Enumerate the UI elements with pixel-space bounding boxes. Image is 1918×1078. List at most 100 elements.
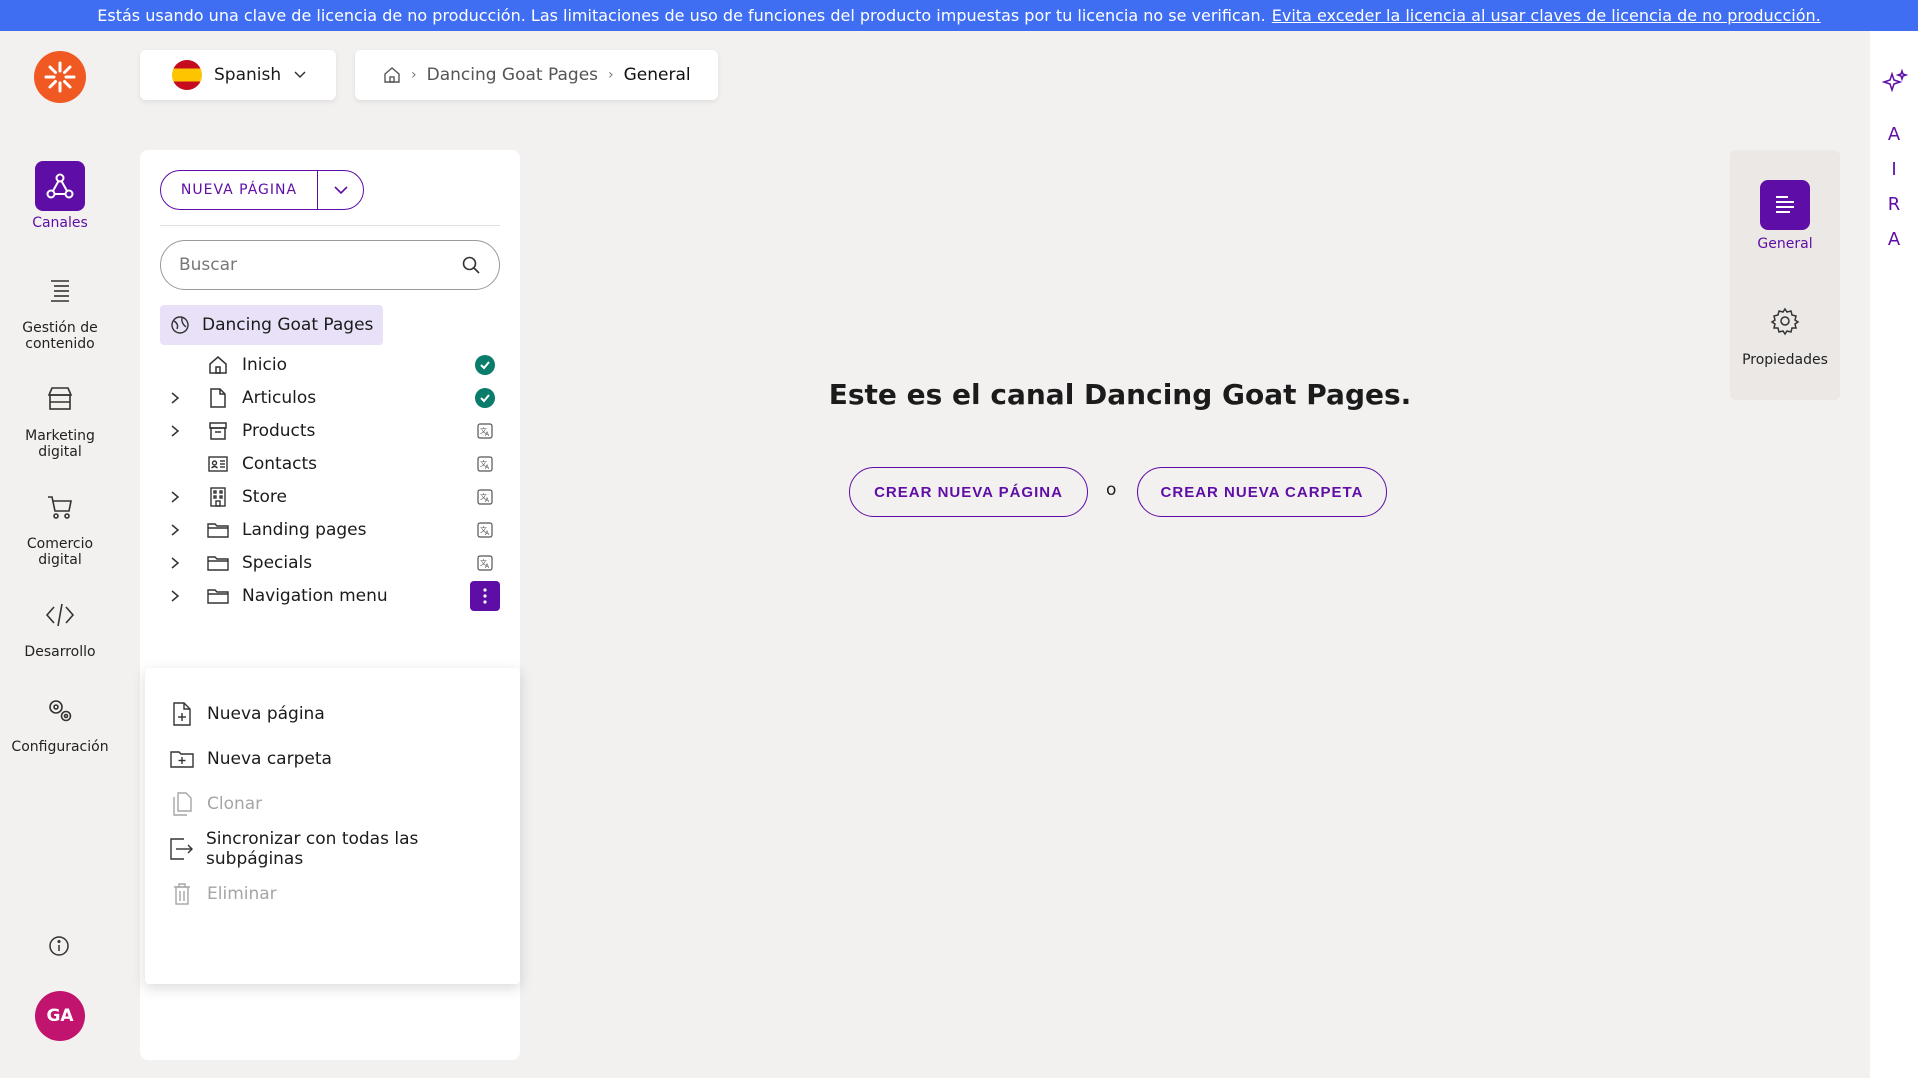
content-list-icon bbox=[35, 266, 85, 316]
archive-box-icon bbox=[206, 421, 230, 441]
folder-icon bbox=[206, 554, 230, 572]
aira-letter: A bbox=[1887, 124, 1901, 145]
chevron-right-icon[interactable] bbox=[164, 523, 186, 537]
license-banner: Estás usando una clave de licencia de no… bbox=[0, 0, 1918, 31]
aira-letter: R bbox=[1887, 194, 1901, 215]
license-banner-link[interactable]: Evita exceder la licencia al usar claves… bbox=[1272, 6, 1821, 25]
tree-root-label: Dancing Goat Pages bbox=[202, 315, 374, 335]
language-selected: Spanish bbox=[214, 65, 282, 85]
tree-item-label: Specials bbox=[242, 553, 313, 573]
more-vertical-icon bbox=[483, 588, 487, 604]
rail-label-general: General bbox=[1757, 236, 1813, 252]
chevron-right-icon[interactable] bbox=[164, 391, 186, 405]
sparkle-icon[interactable] bbox=[1882, 69, 1908, 95]
store-front-icon bbox=[35, 374, 85, 424]
nav-label-digital-marketing: Marketing digital bbox=[25, 428, 95, 460]
menu-item-new-page[interactable]: Nueva página bbox=[169, 694, 509, 734]
app-logo[interactable] bbox=[34, 51, 86, 103]
gears-icon bbox=[35, 685, 85, 735]
tree-item-label: Store bbox=[242, 487, 287, 507]
folder-icon bbox=[206, 521, 230, 539]
left-navigation: Canales Gestión de contenido Marketing d… bbox=[0, 31, 120, 1078]
nav-item-development[interactable]: Desarrollo bbox=[0, 590, 120, 660]
nav-item-digital-commerce[interactable]: Comercio digital bbox=[0, 482, 120, 568]
aira-letter: A bbox=[1887, 229, 1901, 250]
trash-icon bbox=[169, 883, 195, 905]
new-page-icon bbox=[169, 702, 195, 726]
chevron-right-icon[interactable] bbox=[164, 490, 186, 504]
gear-icon bbox=[1760, 296, 1810, 346]
nav-item-content-management[interactable]: Gestión de contenido bbox=[0, 266, 120, 352]
tree-item-label: Articulos bbox=[242, 388, 317, 408]
menu-item-label: Sincronizar con todas las subpáginas bbox=[206, 829, 419, 869]
chevron-right-icon[interactable] bbox=[164, 589, 186, 603]
new-folder-icon bbox=[169, 749, 195, 769]
language-selector[interactable]: Spanish bbox=[140, 50, 336, 100]
chevron-right-icon[interactable] bbox=[164, 424, 186, 438]
published-check-icon bbox=[475, 355, 495, 375]
nav-label-configuration: Configuración bbox=[11, 739, 109, 755]
tree-item-navigation-menu[interactable]: Navigation menu bbox=[160, 576, 500, 616]
untranslated-icon: 文A bbox=[470, 456, 500, 472]
cart-icon bbox=[35, 482, 85, 532]
menu-item-sync-subpages[interactable]: Sincronizar con todas las subpáginas bbox=[169, 829, 509, 869]
properties-rail: General Propiedades bbox=[1730, 150, 1840, 400]
nav-item-channels[interactable]: Canales bbox=[0, 161, 120, 231]
page-icon bbox=[206, 388, 230, 408]
rail-item-properties[interactable]: Propiedades bbox=[1730, 296, 1840, 368]
tree-search bbox=[160, 240, 500, 290]
nav-item-configuration[interactable]: Configuración bbox=[0, 685, 120, 755]
building-icon bbox=[206, 487, 230, 507]
svg-text:A: A bbox=[485, 464, 490, 471]
menu-item-label: Clonar bbox=[207, 794, 263, 814]
svg-text:A: A bbox=[485, 530, 490, 537]
chevron-right-icon[interactable] bbox=[164, 556, 186, 570]
channel-empty-title: Este es el canal Dancing Goat Pages. bbox=[828, 378, 1412, 411]
new-page-split-button: NUEVA PÁGINA bbox=[160, 170, 364, 210]
code-icon bbox=[35, 590, 85, 640]
menu-item-new-folder[interactable]: Nueva carpeta bbox=[169, 739, 509, 779]
tree-item-label: Navigation menu bbox=[242, 586, 388, 606]
divider bbox=[160, 225, 500, 226]
published-check-icon bbox=[475, 388, 495, 408]
info-icon bbox=[49, 936, 69, 956]
breadcrumb-separator-icon: › bbox=[608, 67, 614, 83]
breadcrumb-separator-icon: › bbox=[411, 67, 417, 83]
home-icon[interactable] bbox=[383, 66, 401, 84]
nav-label-digital-commerce: Comercio digital bbox=[26, 536, 94, 568]
tree-item-label: Landing pages bbox=[242, 520, 367, 540]
breadcrumb-channel[interactable]: Dancing Goat Pages bbox=[427, 65, 598, 85]
nav-label-content-management: Gestión de contenido bbox=[22, 320, 98, 352]
globe-icon bbox=[170, 315, 190, 335]
nav-item-digital-marketing[interactable]: Marketing digital bbox=[0, 374, 120, 460]
text-align-icon bbox=[1760, 180, 1810, 230]
new-page-button[interactable]: NUEVA PÁGINA bbox=[161, 171, 317, 209]
aira-letter: I bbox=[1891, 159, 1897, 180]
user-avatar[interactable]: GA bbox=[35, 991, 85, 1041]
untranslated-icon: 文A bbox=[470, 522, 500, 538]
create-page-button[interactable]: CREAR NUEVA PÁGINA bbox=[849, 467, 1088, 517]
more-actions-button[interactable] bbox=[470, 581, 500, 611]
tree-root-channel[interactable]: Dancing Goat Pages bbox=[160, 305, 384, 345]
chevron-down-icon bbox=[333, 186, 348, 195]
nav-label-channels: Canales bbox=[32, 215, 88, 231]
rail-item-general[interactable]: General bbox=[1730, 180, 1840, 252]
clone-icon bbox=[169, 792, 195, 816]
logo-icon bbox=[44, 61, 76, 93]
search-input[interactable] bbox=[179, 255, 461, 275]
untranslated-icon: 文A bbox=[470, 489, 500, 505]
chevron-down-icon bbox=[294, 71, 306, 79]
svg-text:A: A bbox=[485, 563, 490, 570]
info-button[interactable] bbox=[44, 931, 74, 961]
aira-button[interactable]: A I R A bbox=[1870, 117, 1918, 257]
menu-item-label: Nueva carpeta bbox=[207, 749, 332, 769]
breadcrumb-current: General bbox=[623, 65, 691, 85]
new-page-dropdown-button[interactable] bbox=[317, 171, 363, 209]
search-icon[interactable] bbox=[461, 255, 481, 275]
tree-item-label: Products bbox=[242, 421, 316, 441]
menu-item-label: Nueva página bbox=[207, 704, 325, 724]
home-icon bbox=[206, 355, 230, 375]
rail-label-properties: Propiedades bbox=[1742, 352, 1828, 368]
menu-item-delete: Eliminar bbox=[169, 874, 509, 914]
create-folder-button[interactable]: CREAR NUEVA CARPETA bbox=[1137, 467, 1387, 517]
